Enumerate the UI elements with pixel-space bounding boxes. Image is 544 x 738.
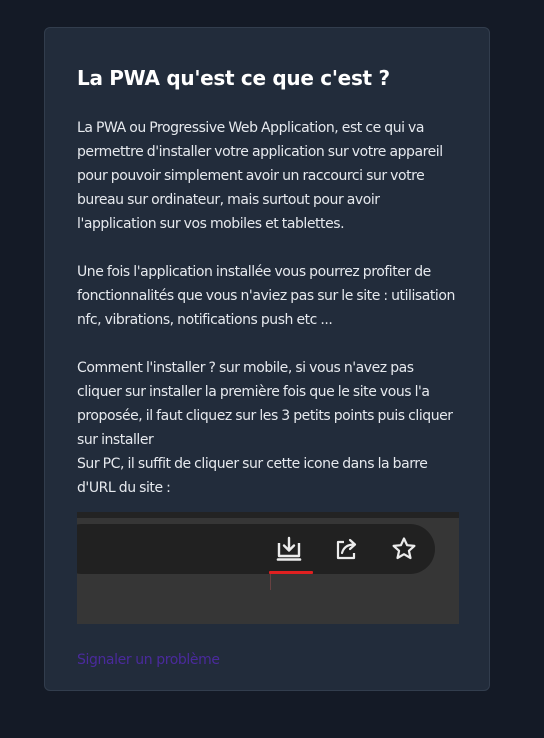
share-icon — [336, 538, 357, 560]
screenshot-url-bar — [77, 524, 435, 574]
pwa-info-card: La PWA qu'est ce que c'est ? La PWA ou P… — [44, 27, 490, 691]
star-icon — [392, 537, 416, 560]
install-mobile-paragraph: Comment l'installer ? sur mobile, si vou… — [77, 360, 453, 448]
install-icon-underline — [269, 571, 313, 574]
screenshot-top-strip — [77, 512, 459, 518]
report-problem-link[interactable]: Signaler un problème — [77, 650, 220, 670]
browser-url-bar-screenshot — [77, 512, 459, 624]
card-title: La PWA qu'est ce que c'est ? — [77, 66, 390, 90]
install-pc-paragraph: Sur PC, il suffit de cliquer sur cette i… — [77, 456, 428, 496]
install-app-icon — [276, 536, 302, 561]
intro-paragraph: La PWA ou Progressive Web Application, e… — [77, 120, 443, 232]
screenshot-cursor-mark — [270, 574, 271, 590]
features-paragraph: Une fois l'application installée vous po… — [77, 264, 455, 328]
